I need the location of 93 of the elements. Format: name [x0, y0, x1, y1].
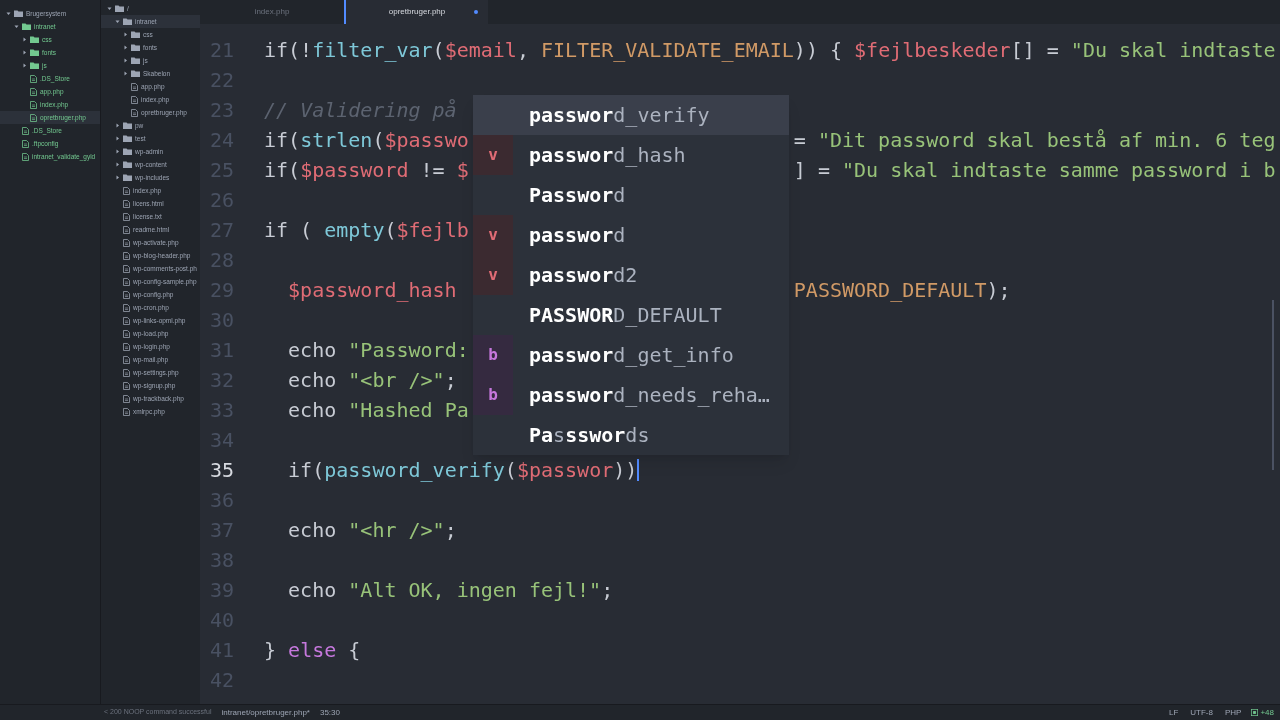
suggestion-item[interactable]: v password2: [473, 255, 789, 295]
chevron-right-icon[interactable]: [123, 71, 128, 76]
code-line: echo "Alt OK, ingen fejl!";: [287, 577, 614, 604]
code-line: // Validering på: [264, 97, 457, 124]
type-badge: v: [473, 215, 513, 255]
suggestion-item[interactable]: b password_get_info: [473, 335, 789, 375]
chevron-right-icon[interactable]: [22, 63, 27, 68]
chevron-down-icon[interactable]: [6, 11, 11, 16]
editor-tab[interactable]: opretbruger.php: [344, 0, 488, 24]
file-icon: [123, 264, 130, 273]
suggestion-item[interactable]: PASSWORD_DEFAULT: [473, 295, 789, 335]
file-icon: [123, 368, 130, 377]
grammar[interactable]: PHP: [1224, 706, 1242, 719]
file-icon: [123, 199, 130, 208]
code-line: echo "<hr />";: [287, 517, 457, 544]
type-badge: b: [473, 375, 513, 415]
encoding[interactable]: UTF-8: [1190, 706, 1213, 719]
suggestion-text: password_get_info: [529, 342, 734, 369]
file-icon: [30, 74, 37, 83]
file-icon: [123, 251, 130, 260]
chevron-right-icon[interactable]: [22, 37, 27, 42]
file-icon: [30, 100, 37, 109]
suggestion-text: password_needs_reha…: [529, 382, 770, 409]
file-icon: [123, 394, 130, 403]
file-icon: [22, 126, 29, 135]
text-cursor: [637, 459, 640, 481]
type-badge: v: [473, 135, 513, 175]
suggestion-text: Password: [529, 182, 626, 209]
file-icon: [123, 381, 130, 390]
suggestion-text: password2: [529, 262, 638, 289]
code-line: if ( empty($fejlb: [264, 217, 469, 244]
file-icon: [22, 139, 29, 148]
chevron-right-icon[interactable]: [115, 175, 120, 180]
suggestion-item[interactable]: v password: [473, 215, 789, 255]
suggestion-text: password: [529, 222, 626, 249]
code-line: echo "Password:: [287, 337, 469, 364]
file-icon: [123, 329, 130, 338]
code-line: if(strlen($passwo: [264, 127, 469, 154]
suggestion-item[interactable]: password_verify: [473, 95, 789, 135]
code-line: } else {: [264, 637, 361, 664]
suggestion-text: PASSWORD_DEFAULT: [529, 302, 722, 329]
chevron-right-icon[interactable]: [115, 162, 120, 167]
code-line: if(password_verify($passwor)): [287, 457, 638, 484]
chevron-down-icon[interactable]: [115, 19, 120, 24]
suggestion-item[interactable]: Password: [473, 175, 789, 215]
chevron-down-icon[interactable]: [107, 6, 112, 11]
chevron-right-icon[interactable]: [22, 50, 27, 55]
file-icon: [123, 186, 130, 195]
code-line: ] = "Du skal indtaste samme password i b: [793, 157, 1276, 184]
file-icon: [131, 82, 138, 91]
line-ending[interactable]: LF: [1168, 706, 1179, 719]
suggestion-text: password_hash: [529, 142, 686, 169]
file-icon: [123, 238, 130, 247]
line-number: 35: [208, 457, 234, 484]
chevron-right-icon[interactable]: [123, 58, 128, 63]
file-icon: [131, 108, 138, 117]
file-icon: [30, 113, 37, 122]
file-icon: [123, 290, 130, 299]
code-line: if(!filter_var($email, FILTER_VALIDATE_EMAIL)) { $fejlbeskeder[] = "Du skal indtaste: [264, 37, 1276, 64]
suggestion-item[interactable]: b password_needs_reha…: [473, 375, 789, 415]
chevron-right-icon[interactable]: [115, 136, 120, 141]
file-icon: [123, 225, 130, 234]
code-line: echo "Hashed Pa: [287, 397, 469, 424]
suggestion-text: Passswords: [529, 422, 650, 449]
file-icon: [123, 355, 130, 364]
cursor-position[interactable]: 35:30: [319, 706, 340, 719]
file-icon: [30, 87, 37, 96]
chevron-right-icon[interactable]: [115, 149, 120, 154]
file-icon: [123, 407, 130, 416]
git-diff-icon: [1251, 709, 1259, 716]
code-line: PASSWORD_DEFAULT);: [793, 277, 1011, 304]
git-changes[interactable]: +48: [1260, 706, 1274, 719]
suggestion-item[interactable]: v password_hash: [473, 135, 789, 175]
chevron-right-icon[interactable]: [123, 32, 128, 37]
suggestion-item[interactable]: Passswords: [473, 415, 789, 455]
file-icon: [131, 95, 138, 104]
file-icon: [22, 152, 29, 161]
suggestion-text: password_verify: [529, 102, 710, 129]
code-line: if($password != $: [264, 157, 469, 184]
code-line: = "Dit password skal bestå af min. 6 teg: [793, 127, 1276, 154]
type-badge: v: [473, 255, 513, 295]
code-line: echo "<br />";: [287, 367, 457, 394]
chevron-down-icon[interactable]: [14, 24, 19, 29]
chevron-right-icon[interactable]: [123, 45, 128, 50]
type-badge: b: [473, 335, 513, 375]
code-line: $password_hash: [287, 277, 457, 304]
file-icon: [123, 342, 130, 351]
file-icon: [123, 277, 130, 286]
file-icon: [123, 212, 130, 221]
file-path[interactable]: intranet/opretbruger.php*: [221, 706, 310, 719]
chevron-right-icon[interactable]: [115, 123, 120, 128]
file-icon: [123, 316, 130, 325]
file-icon: [123, 303, 130, 312]
